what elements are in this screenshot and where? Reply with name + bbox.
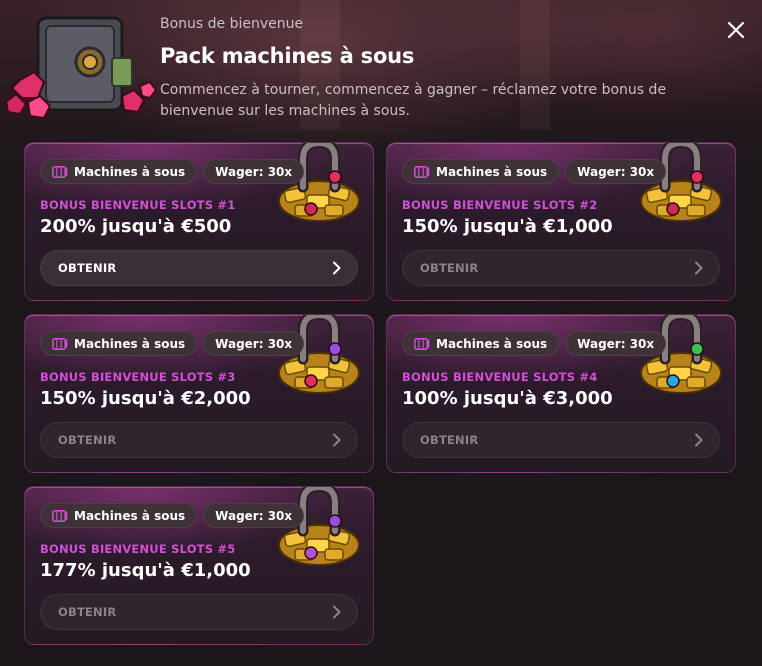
chevron-right-icon (333, 605, 341, 619)
header-description: Commencez à tourner, commencez à gagner … (160, 82, 667, 119)
bonus-amount: 200% jusqu'à €500 (40, 216, 232, 237)
obtain-button-label: OBTENIR (58, 261, 117, 275)
bonus-amount: 100% jusqu'à €3,000 (402, 388, 613, 409)
card-tags: Machines à sous Wager: 30x (40, 331, 305, 356)
card-tags: Machines à sous Wager: 30x (40, 159, 305, 184)
page-title: Pack machines à sous (160, 44, 415, 68)
wager-tag: Wager: 30x (203, 159, 305, 184)
wager-tag: Wager: 30x (203, 331, 305, 356)
category-tag-label: Machines à sous (74, 508, 186, 523)
wager-tag: Wager: 30x (565, 159, 667, 184)
safe-with-gems-icon (4, 16, 158, 120)
obtain-button-label: OBTENIR (420, 433, 479, 447)
category-tag: Machines à sous (402, 159, 560, 184)
obtain-button-label: OBTENIR (420, 261, 479, 275)
category-tag-label: Machines à sous (436, 336, 548, 351)
chevron-right-icon (695, 261, 703, 275)
slot-machine-icon (52, 337, 68, 350)
obtain-button[interactable]: OBTENIR (40, 250, 358, 286)
bonus-amount: 150% jusqu'à €1,000 (402, 216, 613, 237)
bonus-label: BONUS BIENVENUE SLOTS #2 (402, 198, 598, 212)
chevron-right-icon (333, 433, 341, 447)
obtain-button[interactable]: OBTENIR (40, 422, 358, 458)
bonus-label: BONUS BIENVENUE SLOTS #5 (40, 542, 236, 556)
bonus-label: BONUS BIENVENUE SLOTS #1 (40, 198, 236, 212)
card-tags: Machines à sous Wager: 30x (402, 331, 667, 356)
bonus-card-3: Machines à sous Wager: 30x BONUS BIENVEN… (24, 314, 374, 473)
wager-tag: Wager: 30x (203, 503, 305, 528)
wager-tag: Wager: 30x (565, 331, 667, 356)
chevron-right-icon (695, 433, 703, 447)
welcome-bonus-modal: Bonus de bienvenue Pack machines à sous … (0, 0, 762, 666)
card-tags: Machines à sous Wager: 30x (40, 503, 305, 528)
slot-machine-icon (52, 509, 68, 522)
close-icon (727, 21, 745, 39)
bonus-card-5: Machines à sous Wager: 30x BONUS BIENVEN… (24, 486, 374, 645)
category-tag: Machines à sous (402, 331, 560, 356)
close-button[interactable] (722, 16, 750, 44)
bonus-amount: 177% jusqu'à €1,000 (40, 560, 251, 581)
obtain-button[interactable]: OBTENIR (402, 250, 720, 286)
category-tag-label: Machines à sous (436, 164, 548, 179)
wager-tag-label: Wager: 30x (577, 336, 655, 351)
bonus-card-2: Machines à sous Wager: 30x BONUS BIENVEN… (386, 142, 736, 301)
slot-machine-icon (414, 165, 430, 178)
bonus-amount: 150% jusqu'à €2,000 (40, 388, 251, 409)
category-tag-label: Machines à sous (74, 336, 186, 351)
category-tag: Machines à sous (40, 331, 198, 356)
bonus-card-1: Machines à sous Wager: 30x BONUS BIENVEN… (24, 142, 374, 301)
wager-tag-label: Wager: 30x (577, 164, 655, 179)
header-subtitle: Bonus de bienvenue (160, 16, 304, 32)
category-tag: Machines à sous (40, 503, 198, 528)
category-tag-label: Machines à sous (74, 164, 186, 179)
chevron-right-icon (333, 261, 341, 275)
bonus-label: BONUS BIENVENUE SLOTS #4 (402, 370, 598, 384)
obtain-button[interactable]: OBTENIR (40, 594, 358, 630)
wager-tag-label: Wager: 30x (215, 508, 293, 523)
obtain-button-label: OBTENIR (58, 605, 117, 619)
slot-machine-icon (52, 165, 68, 178)
obtain-button-label: OBTENIR (58, 433, 117, 447)
obtain-button[interactable]: OBTENIR (402, 422, 720, 458)
slot-machine-icon (414, 337, 430, 350)
category-tag: Machines à sous (40, 159, 198, 184)
wager-tag-label: Wager: 30x (215, 336, 293, 351)
bonus-card-4: Machines à sous Wager: 30x BONUS BIENVEN… (386, 314, 736, 473)
bonus-label: BONUS BIENVENUE SLOTS #3 (40, 370, 236, 384)
wager-tag-label: Wager: 30x (215, 164, 293, 179)
card-tags: Machines à sous Wager: 30x (402, 159, 667, 184)
